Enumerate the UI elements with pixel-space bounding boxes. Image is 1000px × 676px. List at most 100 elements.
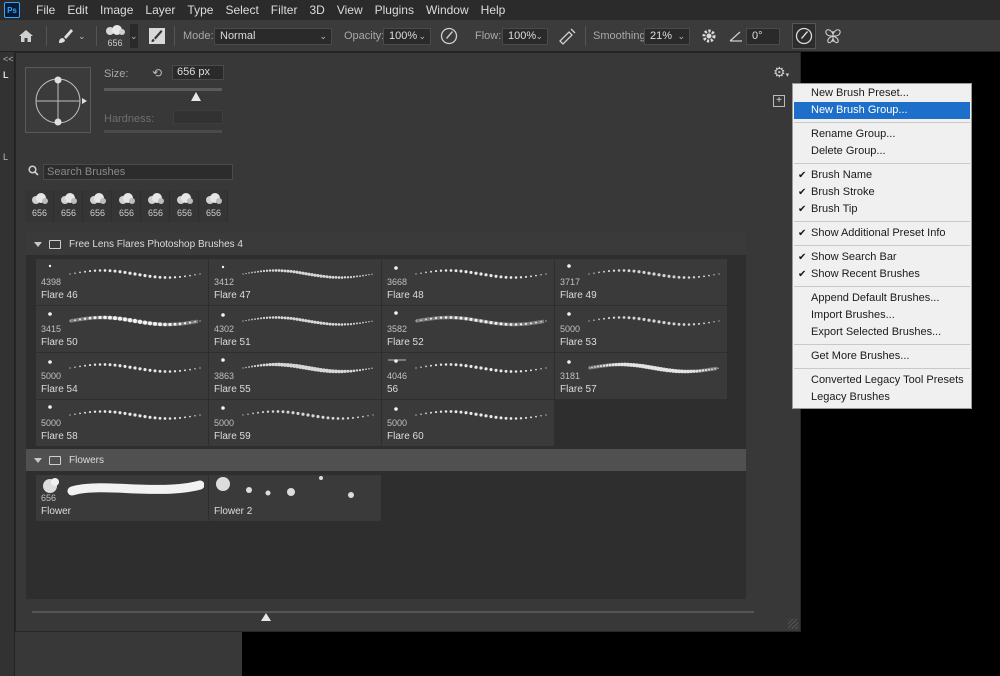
brush-preset[interactable]: 3582 Flare 52	[382, 306, 554, 352]
brush-tip-preview[interactable]	[25, 67, 91, 133]
brush-size: 4398	[41, 277, 62, 287]
size-slider-track[interactable]	[104, 88, 222, 91]
symmetry-button[interactable]	[824, 20, 842, 52]
menu-item-legacy-brushes[interactable]: Legacy Brushes	[794, 389, 970, 406]
brush-preset[interactable]: 3717 Flare 49	[555, 259, 727, 305]
brush-preset[interactable]: 3415 Flare 50	[36, 306, 208, 352]
pressure-size-button[interactable]	[792, 23, 816, 49]
brush-preset[interactable]: 4398 Flare 46	[36, 259, 208, 305]
menu-item-brush-stroke[interactable]: ✔ Brush Stroke	[794, 184, 970, 201]
recent-brush-size: 656	[89, 208, 106, 218]
brush-group-header[interactable]: Free Lens Flares Photoshop Brushes 4	[26, 233, 746, 255]
flow-field[interactable]: 100% ⌄	[502, 27, 548, 45]
chevron-down-icon: ⌄	[418, 30, 426, 41]
menu-item-brush-tip[interactable]: ✔ Brush Tip	[794, 201, 970, 218]
reset-size-icon[interactable]: ⟲	[152, 66, 162, 80]
brush-preset[interactable]: 5000 Flare 54	[36, 353, 208, 399]
menu-file[interactable]: File	[30, 0, 61, 20]
brush-preset[interactable]: 5000 Flare 59	[209, 400, 381, 446]
menu-image[interactable]: Image	[94, 0, 139, 20]
brush-preset[interactable]: 5000 Flare 60	[382, 400, 554, 446]
menu-item-show-search-bar[interactable]: ✔ Show Search Bar	[794, 249, 970, 266]
brush-preset[interactable]: 4046 56	[382, 353, 554, 399]
brush-stroke-preview	[221, 313, 373, 326]
recent-brush[interactable]: 656	[83, 190, 112, 222]
panel-menu-button[interactable]: ⚙▾	[773, 64, 789, 81]
recent-brush[interactable]: 656	[25, 190, 54, 222]
brush-preset[interactable]: 4302 Flare 51	[209, 306, 381, 352]
panel-resize-grip[interactable]	[788, 619, 798, 629]
brush-picker-dropdown[interactable]: ⌄	[130, 24, 138, 48]
menu-item-new-brush-group[interactable]: New Brush Group...	[794, 102, 970, 119]
search-brushes-input[interactable]	[43, 164, 233, 180]
menu-item-append-default-brushes[interactable]: Append Default Brushes...	[794, 290, 970, 307]
preview-size-slider-thumb[interactable]	[261, 613, 271, 621]
brush-preset[interactable]: 656 Flower	[36, 475, 208, 521]
brush-preset[interactable]: 5000 Flare 58	[36, 400, 208, 446]
tool-preset-picker[interactable]: ⌄	[56, 20, 86, 52]
menu-3d[interactable]: 3D	[303, 0, 330, 20]
angle-field[interactable]: 0°	[746, 27, 780, 45]
preview-size-slider-track[interactable]	[32, 611, 754, 613]
menu-filter[interactable]: Filter	[265, 0, 304, 20]
brush-preset[interactable]: Flower 2	[209, 475, 381, 521]
brush-name: Flare 52	[387, 337, 424, 348]
pressure-opacity-button[interactable]	[440, 20, 458, 52]
recent-brush[interactable]: 656	[141, 190, 170, 222]
menu-item-label: Get More Brushes...	[811, 350, 910, 362]
brush-size: 5000	[41, 418, 62, 428]
smoothing-field[interactable]: 21% ⌄	[644, 27, 690, 45]
chevron-down-icon[interactable]	[34, 241, 42, 247]
menu-help[interactable]: Help	[475, 0, 512, 20]
menu-item-export-selected-brushes[interactable]: Export Selected Brushes...	[794, 324, 970, 341]
menu-plugins[interactable]: Plugins	[369, 0, 420, 20]
recent-brush[interactable]: 656	[112, 190, 141, 222]
menu-window[interactable]: Window	[420, 0, 475, 20]
brush-preset-picker[interactable]: 656	[104, 20, 126, 52]
brush-group-header[interactable]: Flowers	[26, 449, 746, 471]
recent-brush[interactable]: 656	[54, 190, 83, 222]
menu-item-get-more-brushes[interactable]: Get More Brushes...	[794, 348, 970, 365]
menu-item-delete-group[interactable]: Delete Group...	[794, 143, 970, 160]
home-button[interactable]	[18, 20, 34, 52]
brush-preset[interactable]: 3863 Flare 55	[209, 353, 381, 399]
brush-stroke-preview	[48, 405, 201, 420]
smoothing-options-button[interactable]	[701, 20, 717, 52]
menu-item-converted-legacy-tool-presets[interactable]: Converted Legacy Tool Presets	[794, 372, 970, 389]
size-field[interactable]: 656 px	[172, 65, 224, 80]
airbrush-button[interactable]	[557, 20, 577, 52]
brush-panel-flyout-menu: New Brush Preset... New Brush Group... Ren…	[792, 83, 972, 409]
brush-preset[interactable]: 3668 Flare 48	[382, 259, 554, 305]
brush-preset[interactable]: 5000 Flare 53	[555, 306, 727, 352]
menu-item-label: Append Default Brushes...	[811, 292, 940, 304]
brush-stroke-preview	[48, 360, 201, 373]
recent-brush[interactable]: 656	[170, 190, 199, 222]
brush-preset[interactable]: 3181 Flare 57	[555, 353, 727, 399]
menu-item-show-additional-preset-info[interactable]: ✔ Show Additional Preset Info	[794, 225, 970, 242]
opacity-field[interactable]: 100% ⌄	[383, 27, 431, 45]
menu-edit[interactable]: Edit	[61, 0, 94, 20]
new-preset-button[interactable]: +	[773, 95, 785, 107]
menu-view[interactable]: View	[331, 0, 369, 20]
collapse-panels-label[interactable]: <<	[3, 54, 14, 64]
chevron-down-icon[interactable]	[34, 457, 42, 463]
menu-item-brush-name[interactable]: ✔ Brush Name	[794, 167, 970, 184]
menu-item-rename-group[interactable]: Rename Group...	[794, 126, 970, 143]
brush-name: Flare 50	[41, 337, 78, 348]
menu-type[interactable]: Type	[181, 0, 219, 20]
menu-item-import-brushes[interactable]: Import Brushes...	[794, 307, 970, 324]
pressure-size-icon	[795, 27, 813, 45]
menu-layer[interactable]: Layer	[139, 0, 181, 20]
menu-item-show-recent-brushes[interactable]: ✔ Show Recent Brushes	[794, 266, 970, 283]
brush-settings-toggle[interactable]	[148, 20, 166, 52]
recent-brush[interactable]: 656	[199, 190, 228, 222]
brush-preset[interactable]: 3412 Flare 47	[209, 259, 381, 305]
gear-icon	[702, 29, 716, 43]
flower-brush-icon	[90, 193, 106, 204]
mode-select[interactable]: Normal ⌄	[214, 27, 332, 45]
menu-item-new-brush-preset[interactable]: New Brush Preset...	[794, 85, 970, 102]
mode-value: Normal	[220, 29, 256, 42]
menu-select[interactable]: Select	[219, 0, 264, 20]
menu-separator	[794, 245, 970, 246]
size-slider-thumb[interactable]	[191, 92, 202, 101]
